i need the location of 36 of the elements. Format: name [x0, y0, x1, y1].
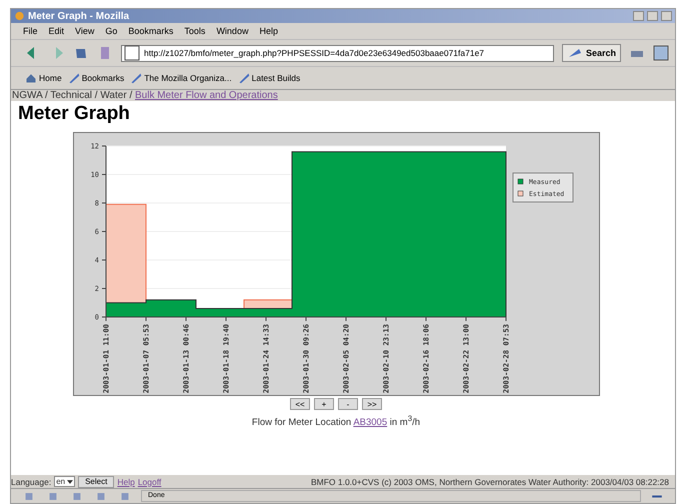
maximize-button[interactable]	[647, 11, 658, 21]
menu-item[interactable]: Tools	[184, 26, 206, 36]
bookmark-link[interactable]: The Mozilla Organiza...	[130, 70, 232, 86]
dropdown-arrow-icon	[67, 480, 74, 484]
chart-nav-button[interactable]: -	[338, 398, 358, 410]
menu-item[interactable]: View	[75, 26, 94, 36]
menu-item[interactable]: Edit	[48, 26, 64, 36]
breadcrumb-link[interactable]: Bulk Meter Flow and Operations	[135, 90, 278, 101]
site-icon	[124, 45, 140, 61]
select-button[interactable]: Select	[78, 476, 114, 488]
bookmark-link[interactable]: Latest Builds	[238, 70, 300, 86]
footer-link[interactable]: Logoff	[138, 476, 162, 486]
chart-nav-button[interactable]: <<	[290, 398, 310, 410]
breadcrumb-path: NGWA / Technical / Water /	[12, 90, 134, 101]
meter-location-link[interactable]: AB3005	[353, 417, 388, 428]
bookmark-link[interactable]: Bookmarks	[68, 70, 124, 86]
page-heading: Meter Graph	[18, 103, 131, 125]
chart-nav-button[interactable]: +	[314, 398, 334, 410]
menu-item[interactable]: Bookmarks	[128, 26, 174, 36]
bookmark-link[interactable]: Home	[25, 70, 62, 86]
footer-link[interactable]: Help	[117, 476, 135, 486]
menu-item[interactable]: File	[23, 26, 38, 36]
menu-item[interactable]: Go	[105, 26, 118, 36]
address-field[interactable]: http://z1027/bmfo/meter_graph.php?PHPSESSID=4da7d0e23e6349ed503baae071fa71e7	[121, 44, 554, 62]
chart-nav-button[interactable]: >>	[362, 398, 382, 410]
legend-box	[512, 172, 573, 202]
minimize-button[interactable]	[633, 11, 644, 21]
chart-caption: Flow for Meter Location AB3005 in m$^{3}$/h	[250, 414, 422, 428]
menu-item[interactable]: Help	[259, 26, 278, 36]
search-button[interactable]: Search	[562, 44, 621, 62]
language-select[interactable]: en	[54, 476, 76, 487]
language-label: Language:	[11, 476, 52, 486]
close-button[interactable]	[661, 11, 672, 21]
copyright-text: BMFO 1.0.0+CVS (c) 2003 OMS, Northern Governorates Water Authority: 2003/04/03 08:22:28	[310, 476, 670, 486]
window-title: Meter Graph - Mozilla	[28, 10, 130, 22]
menu-item[interactable]: Window	[216, 26, 248, 36]
